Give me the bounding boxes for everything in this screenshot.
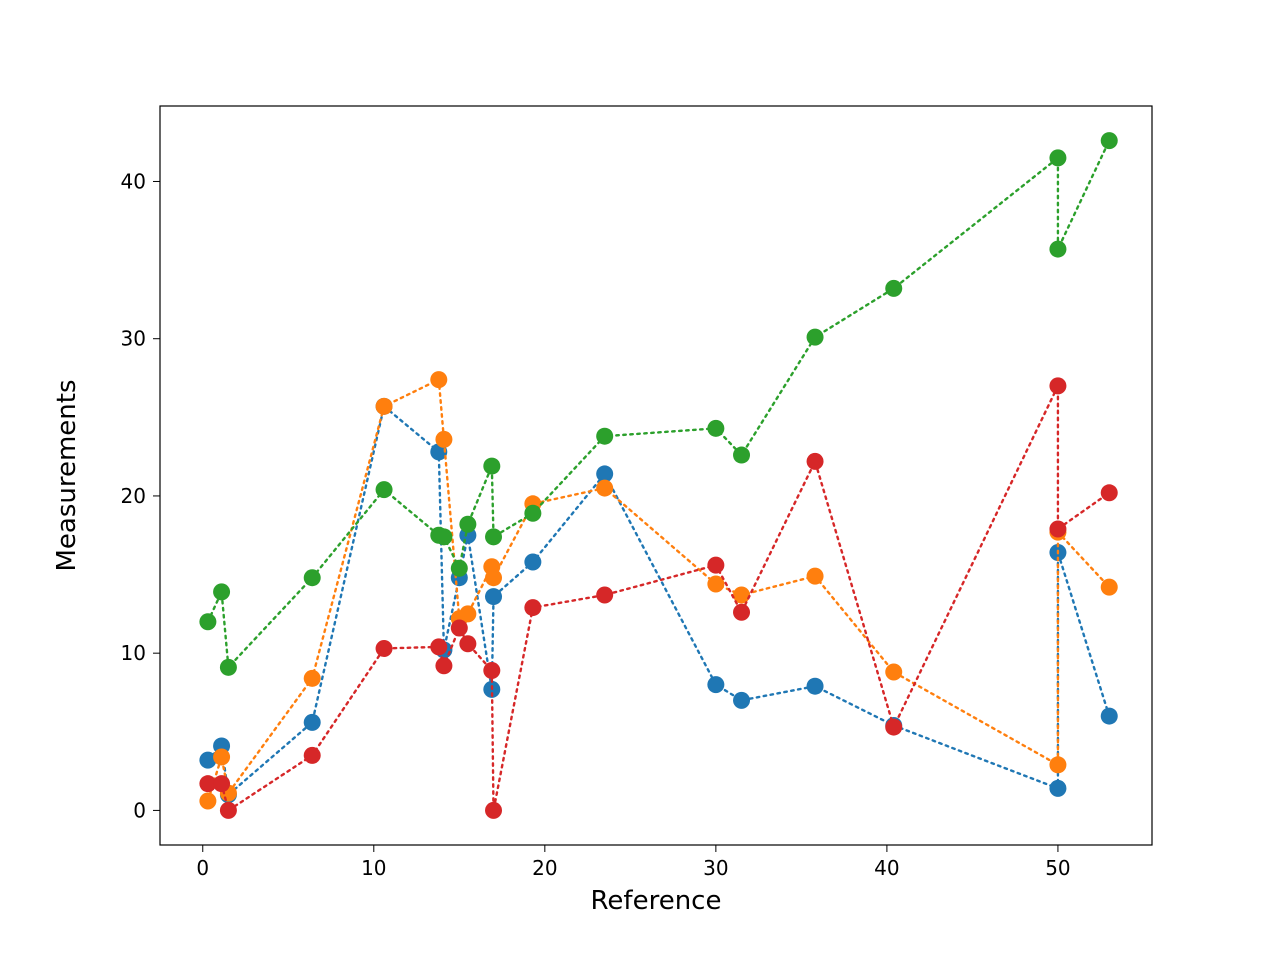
series-marker-series-3 — [596, 428, 613, 445]
series-marker-series-4 — [430, 638, 447, 655]
series-marker-series-4 — [885, 719, 902, 736]
series-marker-series-1 — [733, 692, 750, 709]
series-marker-series-3 — [451, 560, 468, 577]
series-marker-series-4 — [1101, 484, 1118, 501]
chart-container: 0 10 20 30 40 50 0 10 20 30 40 Reference Measurem… — [0, 0, 1280, 960]
series-marker-series-2 — [430, 371, 447, 388]
y-tick-label: 0 — [133, 798, 146, 822]
y-tick-label: 10 — [121, 641, 146, 665]
series-marker-series-2 — [807, 568, 824, 585]
series-marker-series-3 — [220, 659, 237, 676]
series-marker-series-4 — [304, 747, 321, 764]
series-group — [199, 132, 1117, 819]
x-tick-label: 30 — [703, 856, 728, 880]
series-marker-series-2 — [485, 569, 502, 586]
series-marker-series-3 — [435, 528, 452, 545]
y-tick-label: 30 — [121, 327, 146, 351]
series-marker-series-1 — [1049, 780, 1066, 797]
series-marker-series-3 — [807, 329, 824, 346]
series-marker-series-1 — [304, 714, 321, 731]
series-marker-series-3 — [1049, 149, 1066, 166]
x-tick-label: 10 — [361, 856, 386, 880]
series-marker-series-2 — [459, 605, 476, 622]
y-ticks: 0 10 20 30 40 — [121, 169, 160, 822]
series-marker-series-3 — [885, 280, 902, 297]
series-marker-series-1 — [807, 678, 824, 695]
series-marker-series-2 — [435, 431, 452, 448]
series-marker-series-4 — [1049, 520, 1066, 537]
x-ticks: 0 10 20 30 40 50 — [196, 845, 1070, 880]
series-marker-series-2 — [1101, 579, 1118, 596]
series-marker-series-4 — [707, 557, 724, 574]
series-marker-series-3 — [199, 613, 216, 630]
chart-svg: 0 10 20 30 40 50 0 10 20 30 40 Reference Measurem… — [0, 0, 1280, 960]
series-marker-series-4 — [807, 453, 824, 470]
series-marker-series-1 — [1101, 708, 1118, 725]
series-marker-series-3 — [304, 569, 321, 586]
series-marker-series-4 — [596, 587, 613, 604]
series-marker-series-3 — [483, 458, 500, 475]
x-tick-label: 20 — [532, 856, 557, 880]
series-marker-series-3 — [733, 447, 750, 464]
series-marker-series-3 — [524, 505, 541, 522]
series-marker-series-2 — [596, 480, 613, 497]
y-tick-label: 40 — [121, 169, 146, 193]
series-marker-series-1 — [524, 553, 541, 570]
series-marker-series-3 — [485, 528, 502, 545]
series-marker-series-4 — [483, 662, 500, 679]
y-axis-label: Measurements — [52, 379, 82, 571]
series-marker-series-2 — [199, 792, 216, 809]
series-marker-series-3 — [376, 481, 393, 498]
x-tick-label: 50 — [1045, 856, 1070, 880]
series-line-series-1 — [208, 406, 1109, 794]
series-marker-series-1 — [485, 588, 502, 605]
series-marker-series-1 — [707, 676, 724, 693]
series-marker-series-3 — [1049, 241, 1066, 258]
series-marker-series-2 — [1049, 756, 1066, 773]
series-marker-series-2 — [376, 398, 393, 415]
series-line-series-4 — [208, 386, 1109, 811]
series-marker-series-2 — [304, 670, 321, 687]
series-marker-series-2 — [213, 748, 230, 765]
series-marker-series-4 — [733, 604, 750, 621]
series-marker-series-4 — [524, 599, 541, 616]
x-tick-label: 0 — [196, 856, 209, 880]
series-marker-series-4 — [1049, 377, 1066, 394]
series-marker-series-4 — [485, 802, 502, 819]
series-marker-series-4 — [451, 620, 468, 637]
series-marker-series-4 — [459, 635, 476, 652]
series-marker-series-3 — [707, 420, 724, 437]
y-tick-label: 20 — [121, 484, 146, 508]
plot-border — [160, 106, 1152, 845]
series-marker-series-4 — [213, 775, 230, 792]
series-marker-series-3 — [213, 583, 230, 600]
x-axis-label: Reference — [591, 886, 722, 916]
x-tick-label: 40 — [874, 856, 899, 880]
series-marker-series-4 — [435, 657, 452, 674]
series-marker-series-4 — [220, 802, 237, 819]
series-marker-series-3 — [1101, 132, 1118, 149]
series-marker-series-4 — [376, 640, 393, 657]
series-marker-series-3 — [459, 516, 476, 533]
series-marker-series-2 — [885, 664, 902, 681]
